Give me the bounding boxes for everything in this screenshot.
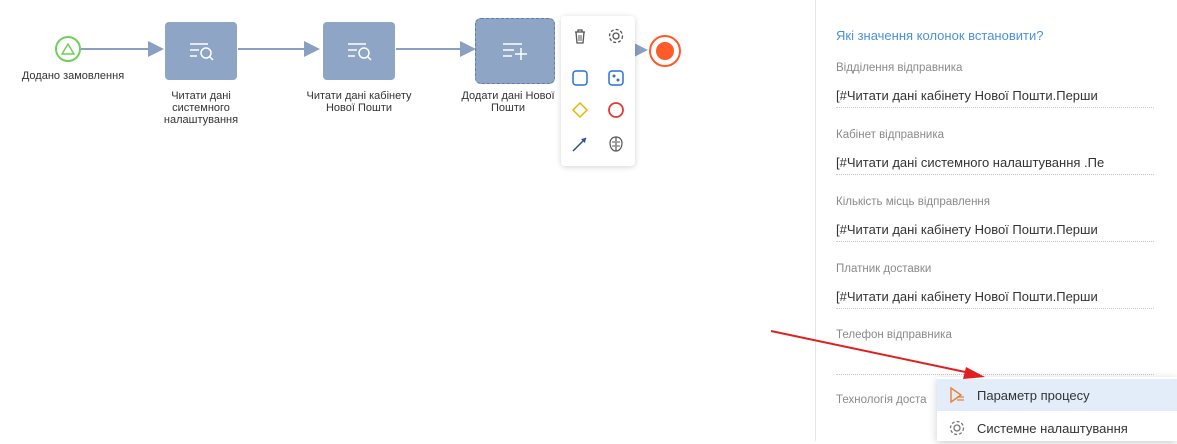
task-label: Читати дані системного налаштування (163, 90, 239, 126)
image-task-icon[interactable] (606, 68, 626, 88)
task-label: Додати дані Нової Пошти (461, 90, 555, 114)
field-label: Кількість місць відправлення (836, 196, 991, 208)
field-label: Технологія доста (836, 394, 927, 406)
field-value-sender-phone[interactable] (836, 352, 1154, 375)
field-value-delivery-payer[interactable]: [#Читати дані кабінету Нової Пошти.Перши (836, 286, 1154, 309)
field-label: Відділення відправника (836, 62, 963, 74)
field-label: Кабінет відправника (836, 129, 945, 141)
element-quick-toolbar (561, 16, 635, 166)
triangle-icon (61, 43, 75, 55)
process-designer-canvas[interactable]: Додано замовлення Читати дані системного… (0, 0, 815, 441)
field-value-seats-count[interactable]: [#Читати дані кабінету Нової Пошти.Перши (836, 219, 1154, 242)
gear-icon (947, 418, 967, 438)
ml-brain-icon[interactable] (606, 134, 626, 154)
end-event[interactable] (649, 35, 681, 67)
task-add-nova-poshta-data[interactable] (479, 22, 551, 80)
read-data-icon (348, 43, 372, 61)
add-data-icon (503, 43, 527, 60)
connector-arrow-icon[interactable] (570, 134, 590, 154)
element-properties-panel: Які значення колонок встановити? Відділе… (815, 0, 1177, 441)
task-label: Читати дані кабінету Нової Пошти (306, 90, 412, 114)
start-event-label: Додано замовлення (21, 70, 125, 82)
start-event[interactable] (55, 36, 81, 62)
end-event-circle-icon[interactable] (606, 100, 626, 120)
task-read-system-setting[interactable] (165, 22, 237, 80)
task-square-icon[interactable] (570, 68, 590, 88)
sequence-flows (81, 41, 648, 58)
process-parameter-icon (947, 385, 967, 405)
menu-item-label: Системне налаштування (977, 420, 1128, 436)
panel-title: Які значення колонок встановити? (836, 28, 1044, 43)
task-read-nova-poshta-cabinet[interactable] (323, 22, 395, 80)
gear-icon[interactable] (606, 26, 626, 46)
menu-item-label: Параметр процесу (977, 387, 1090, 403)
trash-icon[interactable] (570, 26, 590, 46)
gateway-diamond-icon[interactable] (570, 100, 590, 120)
value-source-menu: Параметр процесу Системне налаштування (937, 377, 1177, 441)
field-label: Телефон відправника (836, 329, 952, 341)
field-label: Платник доставки (836, 263, 932, 275)
menu-item-system-setting[interactable]: Системне налаштування (937, 412, 1177, 444)
read-data-icon (190, 43, 214, 61)
menu-item-process-parameter[interactable]: Параметр процесу (937, 379, 1177, 411)
field-value-sender-cabinet[interactable]: [#Читати дані системного налаштування .П… (836, 152, 1154, 175)
field-value-sender-branch[interactable]: [#Читати дані кабінету Нової Пошти.Перши (836, 85, 1154, 108)
